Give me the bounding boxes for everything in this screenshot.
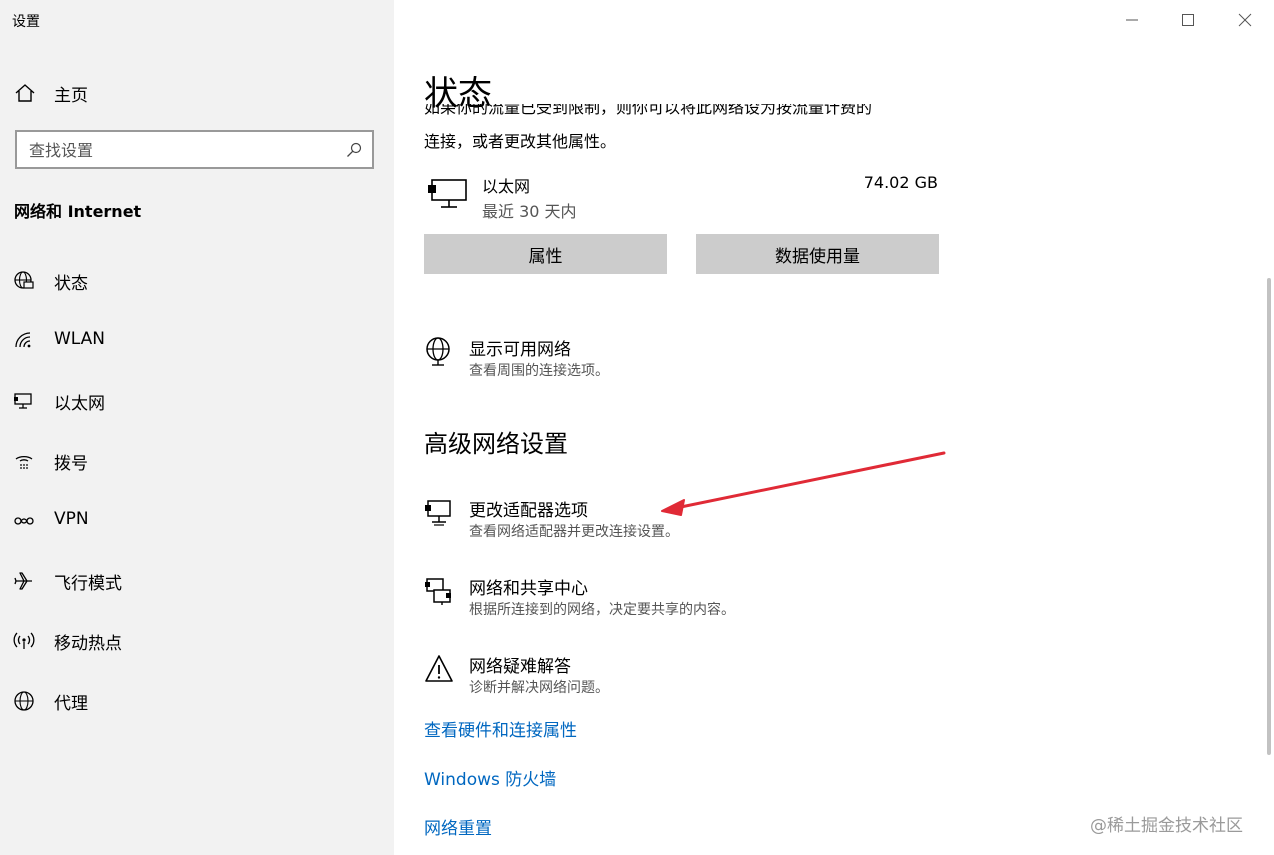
globe-monitor-icon bbox=[14, 271, 34, 289]
intro-text-clipped: 如果你的流量已受到限制，则你可以将此网络设为按流量计费的 bbox=[424, 104, 873, 117]
network-troubleshoot-desc: 诊断并解决网络问题。 bbox=[469, 680, 609, 696]
sharing-center-icon[interactable] bbox=[424, 576, 454, 606]
dialup-icon bbox=[15, 455, 33, 469]
sidebar-item-label: VPN bbox=[54, 509, 89, 529]
advanced-settings-heading: 高级网络设置 bbox=[424, 430, 568, 458]
properties-button[interactable]: 属性 bbox=[424, 234, 667, 274]
sidebar: 设置 主页 网络和 Internet 状态 WLAN bbox=[0, 0, 394, 855]
network-sharing-center-link[interactable]: 网络和共享中心 bbox=[469, 574, 588, 599]
windows-firewall-link[interactable]: Windows 防火墙 bbox=[424, 765, 556, 790]
globe-network-icon[interactable] bbox=[424, 336, 454, 366]
sidebar-item-dialup[interactable]: 拨号 bbox=[0, 437, 394, 485]
sidebar-item-label: 主页 bbox=[54, 86, 88, 106]
search-box[interactable] bbox=[15, 130, 374, 169]
show-networks-link[interactable]: 显示可用网络 bbox=[469, 335, 571, 360]
vpn-icon bbox=[14, 517, 34, 525]
change-adapter-options-link[interactable]: 更改适配器选项 bbox=[469, 496, 588, 521]
hotspot-icon bbox=[13, 632, 35, 649]
network-sharing-center-desc: 根据所连接到的网络，决定要共享的内容。 bbox=[469, 602, 735, 618]
ethernet-period: 最近 30 天内 bbox=[482, 202, 577, 221]
ethernet-icon bbox=[14, 393, 32, 409]
sidebar-item-label: 代理 bbox=[54, 694, 88, 714]
intro-text: 连接，或者更改其他属性。 bbox=[424, 132, 617, 151]
close-icon[interactable] bbox=[1231, 8, 1259, 32]
sidebar-item-label: 移动热点 bbox=[54, 634, 122, 654]
ethernet-usage: 74.02 GB bbox=[863, 173, 938, 192]
sidebar-item-airplane[interactable]: 飞行模式 bbox=[0, 557, 394, 605]
adapter-icon[interactable] bbox=[424, 498, 454, 528]
sidebar-item-wlan[interactable]: WLAN bbox=[0, 317, 394, 365]
sidebar-item-label: 飞行模式 bbox=[54, 574, 122, 594]
minimize-icon[interactable] bbox=[1118, 8, 1146, 32]
section-title: 网络和 Internet bbox=[14, 202, 142, 221]
sidebar-item-proxy[interactable]: 代理 bbox=[0, 677, 394, 725]
hardware-properties-link[interactable]: 查看硬件和连接属性 bbox=[424, 716, 577, 741]
sidebar-item-label: 以太网 bbox=[54, 394, 105, 414]
search-input[interactable] bbox=[29, 139, 329, 161]
sidebar-item-home[interactable]: 主页 bbox=[0, 72, 394, 112]
show-networks-desc: 查看周围的连接选项。 bbox=[469, 363, 609, 379]
warning-icon[interactable] bbox=[424, 654, 454, 684]
sidebar-item-status[interactable]: 状态 bbox=[0, 257, 394, 305]
sidebar-item-label: WLAN bbox=[54, 329, 106, 349]
wifi-icon bbox=[15, 332, 31, 348]
home-icon bbox=[15, 84, 35, 102]
search-icon[interactable] bbox=[346, 142, 362, 158]
sidebar-item-hotspot[interactable]: 移动热点 bbox=[0, 617, 394, 665]
ethernet-name: 以太网 bbox=[482, 177, 531, 196]
sidebar-item-ethernet[interactable]: 以太网 bbox=[0, 377, 394, 425]
sidebar-item-label: 拨号 bbox=[54, 454, 88, 474]
window-title: 设置 bbox=[12, 14, 40, 30]
sidebar-item-vpn[interactable]: VPN bbox=[0, 497, 394, 545]
airplane-icon bbox=[14, 572, 32, 590]
scrollbar[interactable] bbox=[1267, 278, 1271, 755]
watermark: @稀土掘金技术社区 bbox=[1090, 816, 1243, 836]
sidebar-item-label: 状态 bbox=[54, 274, 88, 294]
ethernet-icon bbox=[428, 179, 467, 208]
globe-icon bbox=[14, 691, 34, 711]
data-usage-button[interactable]: 数据使用量 bbox=[696, 234, 939, 274]
change-adapter-options-desc: 查看网络适配器并更改连接设置。 bbox=[469, 524, 679, 540]
network-troubleshoot-link[interactable]: 网络疑难解答 bbox=[469, 652, 571, 677]
network-reset-link[interactable]: 网络重置 bbox=[424, 814, 492, 839]
maximize-icon[interactable] bbox=[1174, 8, 1202, 32]
